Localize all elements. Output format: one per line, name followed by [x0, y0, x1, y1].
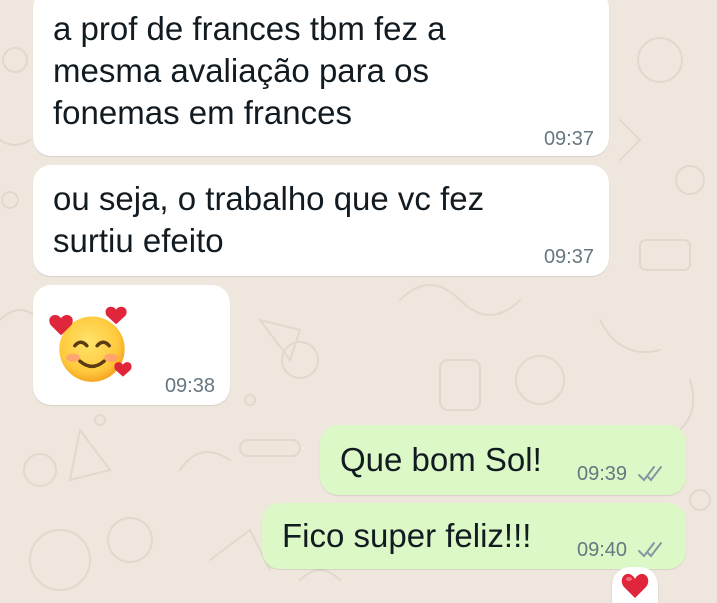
message-text: a prof de frances tbm fez a mesma avalia…	[53, 10, 446, 131]
red-heart-icon	[621, 573, 649, 598]
message-text: Fico super feliz!!!	[282, 517, 532, 554]
outgoing-message-bubble[interactable]: Que bom Sol! 09:39	[320, 425, 686, 495]
message-time: 09:39	[577, 463, 628, 485]
message-text: ou seja, o trabalho que vc fez surtiu ef…	[53, 180, 485, 259]
incoming-message-bubble[interactable]: a prof de frances tbm fez a mesma avalia…	[33, 0, 609, 156]
outgoing-message-bubble[interactable]: Fico super feliz!!! 09:40	[262, 503, 686, 569]
message-time: 09:37	[543, 128, 594, 150]
incoming-emoji-message[interactable]: 09:38	[33, 285, 230, 405]
read-double-check-icon	[638, 542, 662, 558]
incoming-message-bubble[interactable]: ou seja, o trabalho que vc fez surtiu ef…	[33, 165, 609, 276]
message-time: 09:38	[164, 375, 215, 397]
message-reaction[interactable]	[612, 567, 658, 603]
message-time: 09:40	[577, 539, 628, 561]
message-time: 09:37	[543, 246, 594, 268]
smiling-face-with-hearts-emoji	[49, 306, 132, 382]
read-double-check-icon	[638, 466, 662, 482]
message-text: Que bom Sol!	[340, 441, 542, 478]
